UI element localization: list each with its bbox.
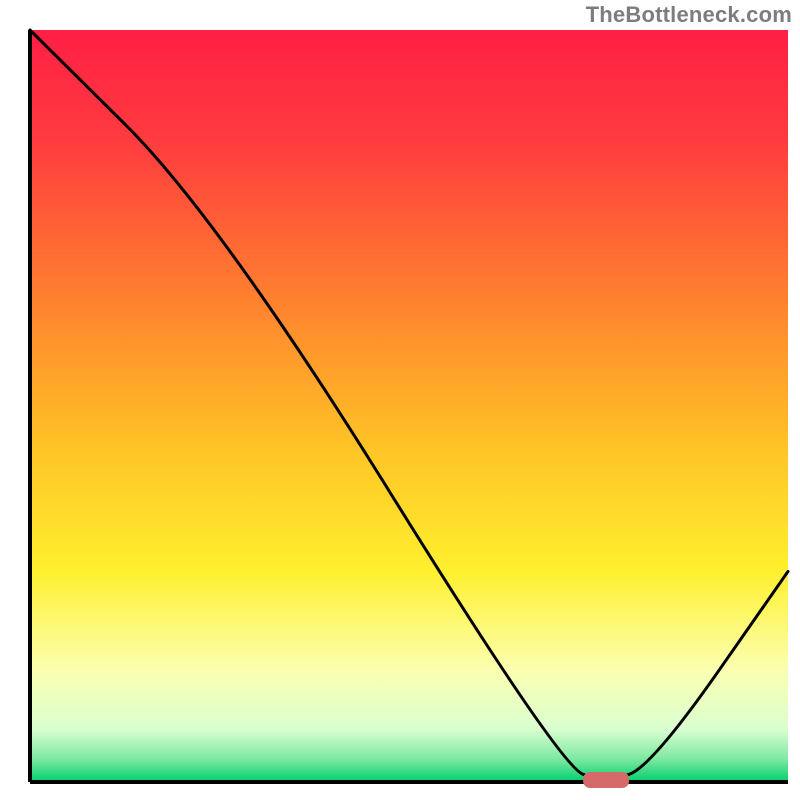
bottleneck-chart (0, 0, 800, 800)
minimum-marker (583, 772, 629, 788)
attribution-label: TheBottleneck.com (586, 2, 792, 28)
chart-container: TheBottleneck.com (0, 0, 800, 800)
